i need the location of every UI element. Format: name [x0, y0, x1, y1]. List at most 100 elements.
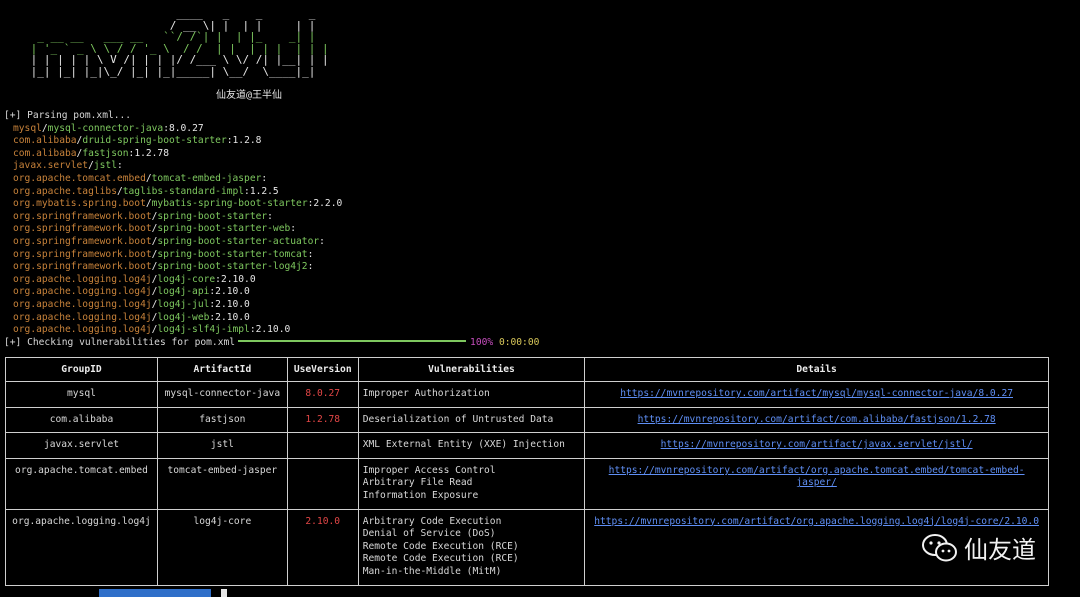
version-separator: :: [261, 172, 268, 184]
cell-details: https://mvnrepository.com/artifact/javax…: [584, 432, 1049, 459]
vulnerability-item: Man-in-the-Middle (MitM): [362, 565, 502, 577]
dependency-line: org.apache.logging.log4j/log4j-core:2.10…: [4, 274, 1074, 287]
cell-vulnerabilities: Improper Authorization: [357, 381, 586, 408]
checking-text: [+] Checking vulnerabilities for pom.xml: [4, 336, 236, 348]
cell-vulnerabilities: Arbitrary Code Execution Denial of Servic…: [357, 508, 586, 586]
dependency-group: org.springframework.boot: [13, 248, 152, 260]
vulnerability-item: Arbitrary Code Execution: [362, 515, 502, 527]
details-link[interactable]: https://mvnrepository.com/artifact/org.a…: [594, 516, 1039, 527]
cell-vulnerabilities: XML External Entity (XXE) Injection: [357, 432, 586, 459]
dependency-version: 8.0.27: [168, 122, 204, 134]
parsing-line: [+] Parsing pom.xml...: [4, 110, 132, 121]
dependency-line: org.springframework.boot/spring-boot-sta…: [4, 261, 1074, 274]
cell-groupid: org.apache.tomcat.embed: [5, 457, 158, 510]
vulnerability-item: Arbitrary File Read: [362, 477, 473, 489]
dependency-version: 2.10.0: [215, 311, 250, 323]
dependency-artifact: spring-boot-starter-tomcat: [157, 248, 308, 260]
dependency-version: 1.2.78: [134, 147, 169, 159]
dependency-line: org.apache.logging.log4j/log4j-slf4j-imp…: [4, 324, 1074, 337]
dependency-group: org.springframework.boot: [13, 223, 152, 235]
dependency-artifact: fastjson: [82, 147, 129, 159]
table-row: com.alibaba fastjson 1.2.78 Deserialization…: [5, 406, 1049, 434]
wechat-icon: [922, 533, 958, 562]
table-row: org.apache.tomcat.embed tomcat-embed-jasp…: [5, 457, 1049, 510]
cell-details: https://mvnrepository.com/artifact/mysql…: [584, 381, 1049, 408]
version-separator: :: [319, 235, 325, 247]
dependency-line: org.springframework.boot/spring-boot-sta…: [4, 236, 1074, 249]
vulnerability-item: XML External Entity (XXE) Injection: [362, 439, 565, 451]
dependency-artifact: log4j-api: [157, 286, 210, 298]
vulnerability-table: GroupID ArtifactId UseVersion Vulnerabil…: [5, 357, 1049, 586]
table-row: org.apache.logging.log4j log4j-core 2.10.0…: [5, 508, 1049, 586]
dependency-line: org.apache.logging.log4j/log4j-web:2.10.…: [4, 312, 1074, 325]
dependency-line: org.springframework.boot/spring-boot-sta…: [4, 223, 1074, 236]
cell-useversion: [286, 457, 359, 510]
table-body: mysql mysql-connector-java 8.0.27 Improper …: [5, 381, 1049, 586]
dependency-artifact: jstl: [93, 160, 117, 172]
dependency-artifact: tomcat-embed-jasper: [151, 172, 262, 184]
dependency-line: org.springframework.boot/spring-boot-sta…: [4, 249, 1074, 262]
version-separator: :: [307, 248, 314, 260]
dependency-line: org.apache.tomcat.embed/tomcat-embed-jas…: [4, 173, 1074, 186]
table-header-row: GroupID ArtifactId UseVersion Vulnerabil…: [5, 357, 1049, 382]
cell-useversion: 2.10.0: [286, 508, 359, 586]
cell-groupid: org.apache.logging.log4j: [5, 508, 158, 586]
dependency-artifact: log4j-web: [157, 311, 210, 323]
header-artifactid: ArtifactId: [156, 357, 288, 382]
cell-groupid: com.alibaba: [5, 406, 158, 434]
dependency-line: mysql/mysql-connector-java:8.0.27: [4, 123, 1074, 136]
cell-artifactid: mysql-connector-java: [156, 381, 288, 408]
cell-useversion: 1.2.78: [286, 406, 359, 434]
cell-vulnerabilities: Deserialization of Untrusted Data: [357, 406, 586, 434]
terminal-output: [+] Parsing pom.xml... mysql/mysql-conne…: [4, 110, 1074, 349]
dependency-line: org.mybatis.spring.boot/mybatis-spring-b…: [4, 198, 1074, 211]
cell-vulnerabilities: Improper Access Control Arbitrary File Re…: [357, 457, 586, 510]
dependency-line: com.alibaba/fastjson:1.2.78: [4, 148, 1074, 161]
details-link[interactable]: https://mvnrepository.com/artifact/javax…: [661, 439, 973, 450]
vulnerability-item: Denial of Service (DoS): [362, 528, 496, 540]
dependency-artifact: mybatis-spring-boot-starter: [151, 198, 308, 210]
cell-artifactid: tomcat-embed-jasper: [156, 457, 288, 510]
elapsed-time: 0:00:00: [498, 336, 540, 348]
selection-highlight: [99, 589, 211, 597]
dependency-version: 2.10.0: [255, 324, 291, 336]
dependency-group: org.mybatis.spring.boot: [13, 198, 146, 210]
shell-prompt[interactable]: [4, 589, 244, 597]
text-cursor: [221, 589, 227, 597]
watermark-text: 仙友道: [964, 536, 1036, 564]
dependency-line: org.apache.logging.log4j/log4j-api:2.10.…: [4, 286, 1074, 299]
details-link[interactable]: https://mvnrepository.com/artifact/mysql…: [620, 388, 1013, 399]
details-link[interactable]: https://mvnrepository.com/artifact/org.a…: [609, 465, 1025, 489]
dependency-group: com.alibaba: [13, 147, 77, 159]
cell-useversion: [286, 432, 359, 459]
cell-details: https://mvnrepository.com/artifact/org.a…: [584, 457, 1049, 510]
vulnerability-item: Improper Authorization: [362, 388, 490, 399]
dependency-line: org.apache.logging.log4j/log4j-jul:2.10.…: [4, 299, 1074, 312]
dependency-version: 1.2.5: [249, 185, 279, 197]
cell-details: https://mvnrepository.com/artifact/com.a…: [584, 406, 1049, 434]
dependency-version: 2.10.0: [215, 286, 250, 298]
version-separator: :: [116, 160, 123, 172]
details-link[interactable]: https://mvnrepository.com/artifact/com.a…: [638, 414, 996, 425]
progress-bar: [238, 339, 467, 342]
table-row: mysql mysql-connector-java 8.0.27 Improper …: [5, 381, 1049, 408]
dependency-line: org.apache.taglibs/taglibs-standard-impl…: [4, 186, 1074, 199]
dependency-group: org.apache.taglibs: [13, 185, 117, 197]
version-separator: :: [307, 261, 314, 273]
dependency-artifact: log4j-slf4j-impl: [157, 324, 250, 336]
dependency-artifact: spring-boot-starter-actuator: [157, 235, 320, 247]
dependency-artifact: spring-boot-starter-log4j2: [157, 261, 308, 273]
ascii-banner: ____ _ _ _ / __ \| | | | | | _ __ __ ___…: [24, 8, 335, 78]
dependency-group: org.apache.tomcat.embed: [13, 172, 146, 184]
dependency-group: org.apache.logging.log4j: [13, 311, 152, 323]
banner-line: |_| |_| |_|\_/ |_| |_|_____| \__/ \____|…: [24, 64, 323, 78]
dependency-group: org.springframework.boot: [13, 261, 152, 273]
header-details: Details: [584, 357, 1049, 382]
dependency-group: com.alibaba: [13, 135, 77, 147]
version-separator: :: [290, 223, 297, 235]
dependency-group: org.apache.logging.log4j: [13, 298, 152, 310]
dependency-artifact: log4j-jul: [157, 298, 210, 310]
vulnerability-item: Information Exposure: [362, 489, 479, 501]
table-row: javax.servlet jstl XML External Entity (XX…: [5, 432, 1049, 459]
watermark: 仙友道: [922, 530, 1036, 565]
